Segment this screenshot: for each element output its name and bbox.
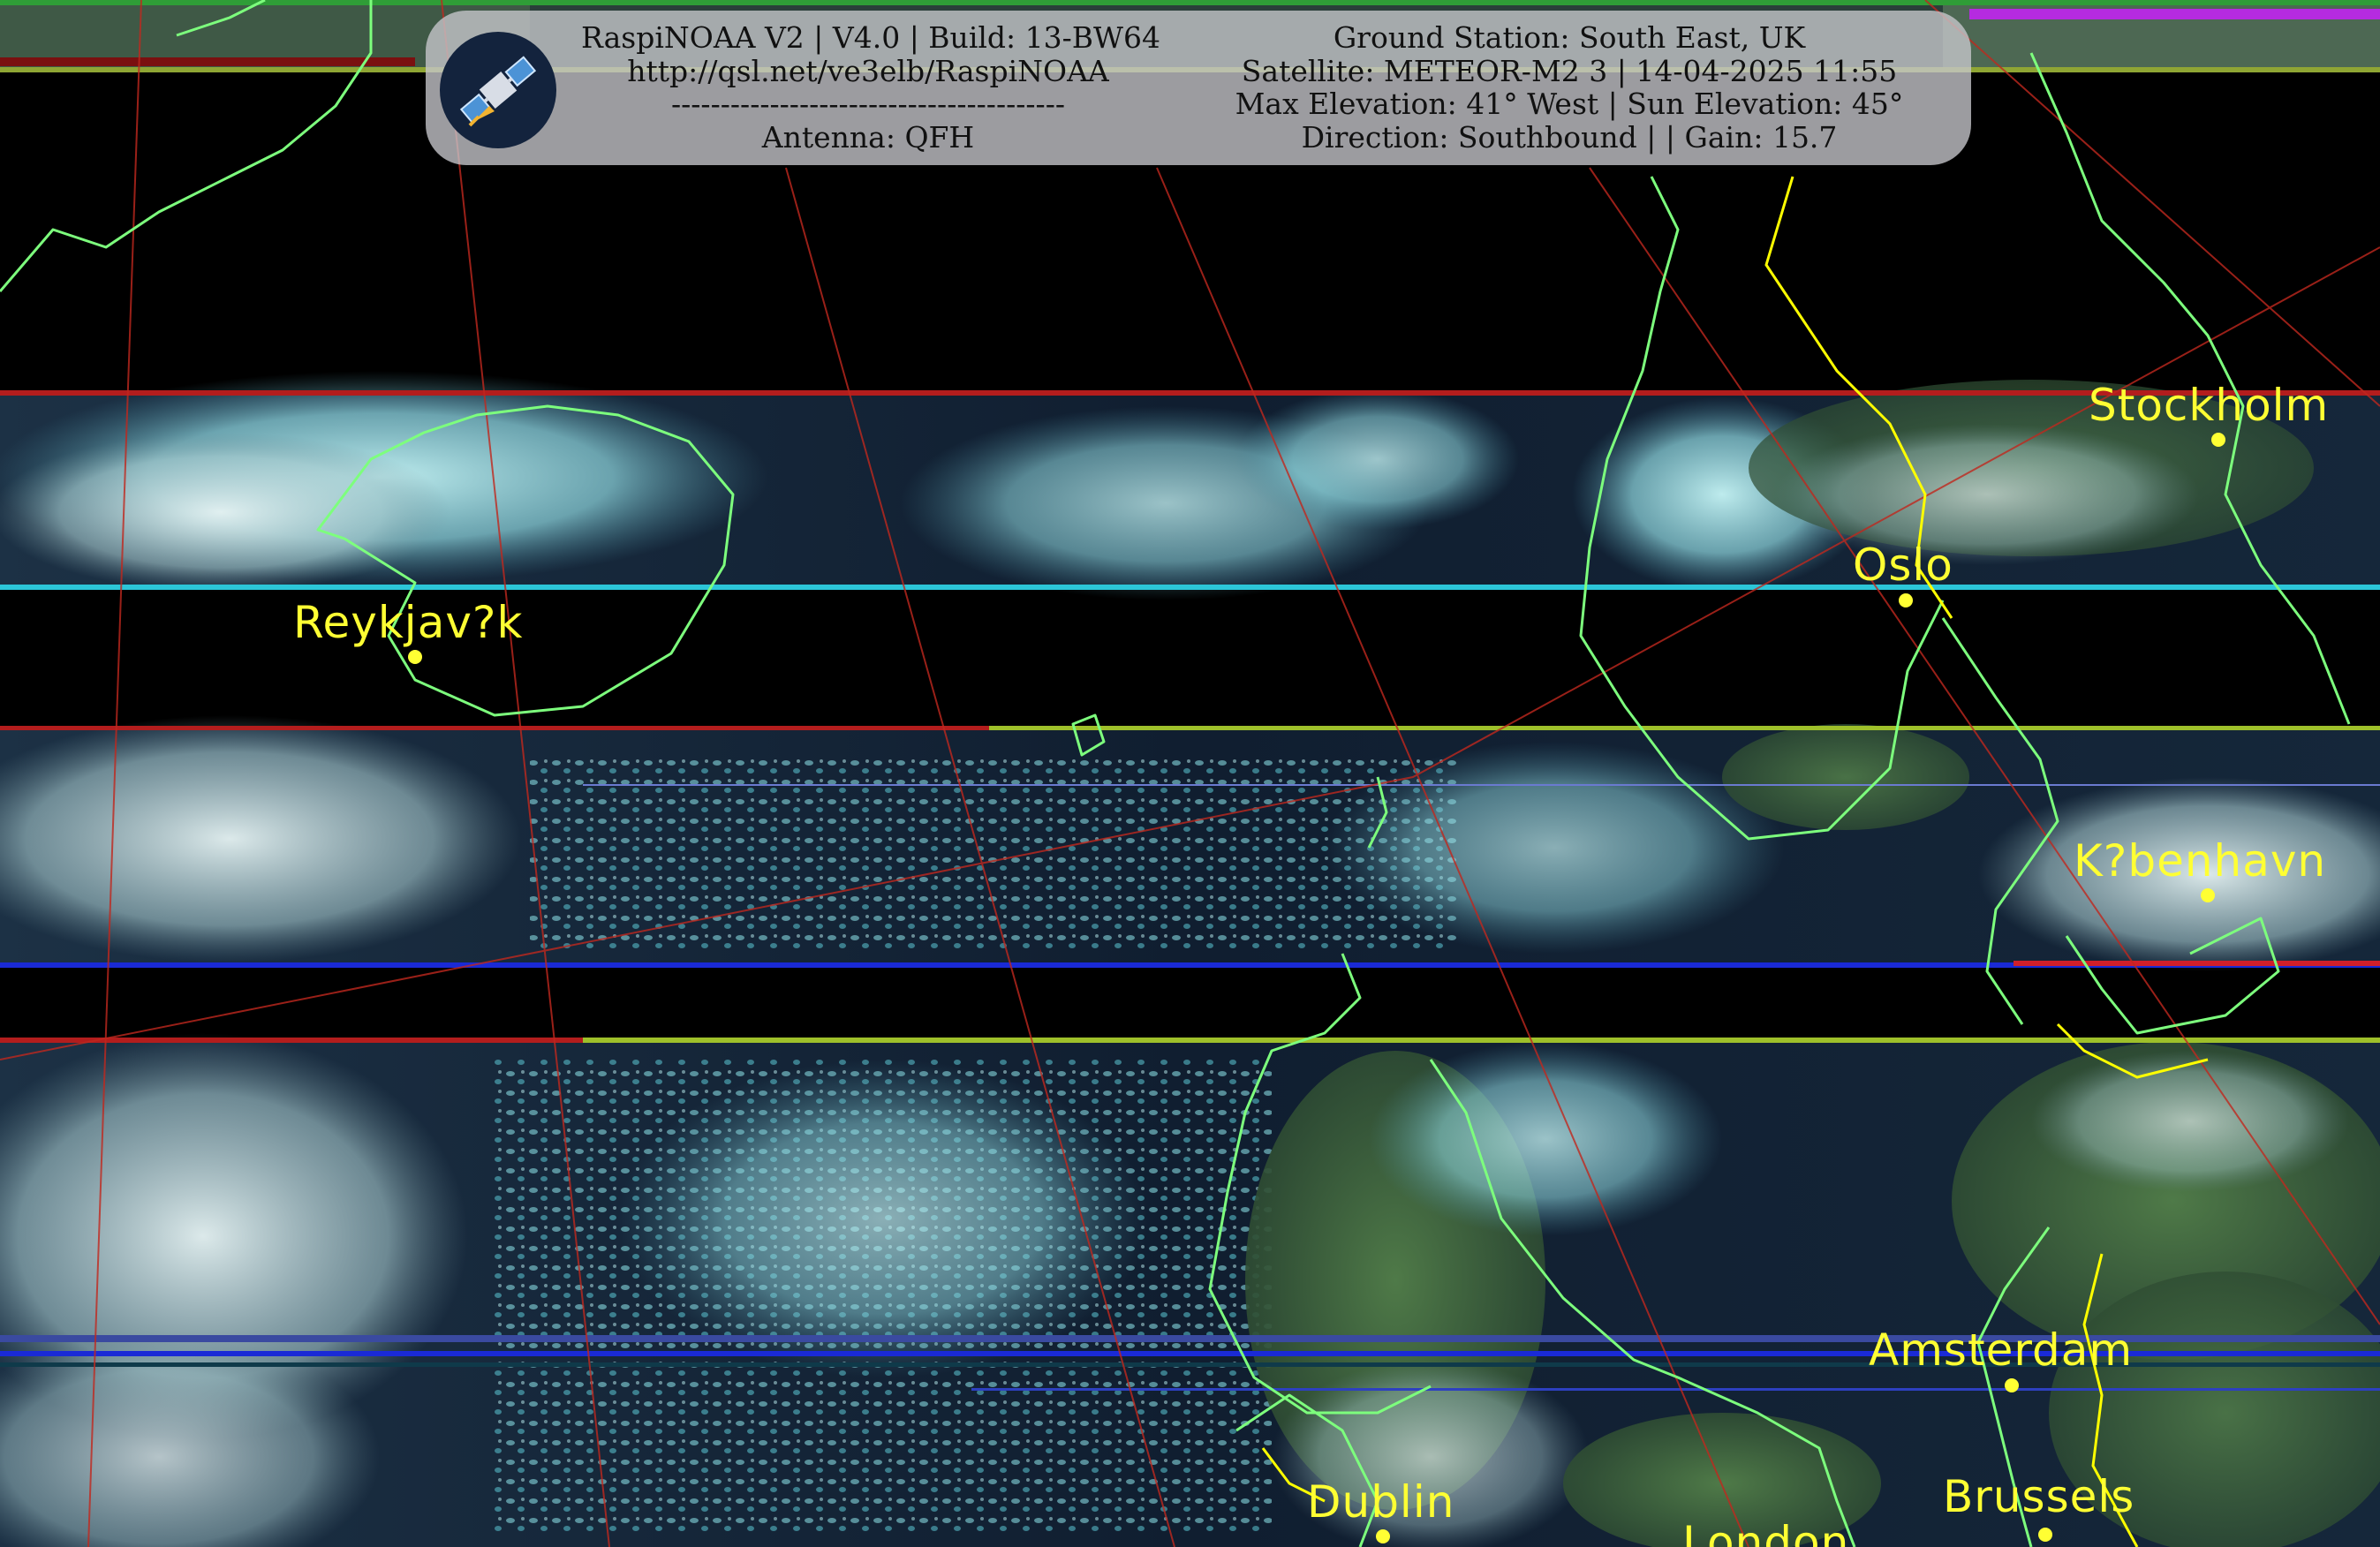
city-label-stockholm: Stockholm	[2089, 380, 2330, 431]
info-left-column: RaspiNOAA V2 | V4.0 | Build: 13-BW64 htt…	[581, 20, 1160, 155]
city-marker-reykjavik	[408, 650, 422, 664]
city-marker-kobenhavn	[2201, 888, 2215, 902]
elevation-text: Max Elevation: 41° West | Sun Elevation:…	[1235, 87, 1904, 121]
separator-text: ----------------------------------------	[670, 87, 1065, 121]
city-label-dublin: Dublin	[1307, 1476, 1455, 1528]
project-url-text: http://qsl.net/ve3elb/RaspiNOAA	[627, 53, 1109, 88]
city-marker-oslo	[1899, 593, 1913, 607]
city-label-reykjavik: Reykjav?k	[293, 597, 524, 648]
city-marker-amsterdam	[2005, 1378, 2019, 1392]
info-panel: RaspiNOAA V2 | V4.0 | Build: 13-BW64 htt…	[426, 11, 1971, 165]
antenna-text: Antenna: QFH	[761, 119, 975, 155]
ground-station-text: Ground Station: South East, UK	[1333, 20, 1806, 55]
app-build-text: RaspiNOAA V2 | V4.0 | Build: 13-BW64	[581, 20, 1160, 55]
city-marker-stockholm	[2211, 433, 2225, 447]
info-right-column: Ground Station: South East, UK Satellite…	[1203, 21, 1936, 154]
city-label-amsterdam: Amsterdam	[1869, 1324, 2134, 1376]
satellite-text: Satellite: METEOR-M2 3 | 14-04-2025 11:5…	[1241, 53, 1898, 88]
satellite-icon	[440, 32, 556, 148]
city-label-brussels: Brussels	[1943, 1471, 2135, 1522]
city-label-kobenhavn: K?benhavn	[2074, 835, 2327, 887]
city-marker-dublin	[1376, 1529, 1390, 1543]
satellite-image-viewer: Stockholm Oslo Reykjav?k K?benhavn Amste…	[0, 0, 2380, 1547]
satellite-image	[0, 0, 2380, 1547]
city-marker-brussels	[2038, 1528, 2052, 1542]
city-label-oslo: Oslo	[1853, 540, 1953, 591]
direction-gain-text: Direction: Southbound | | Gain: 15.7	[1301, 119, 1838, 155]
city-label-london: London	[1682, 1517, 1850, 1547]
